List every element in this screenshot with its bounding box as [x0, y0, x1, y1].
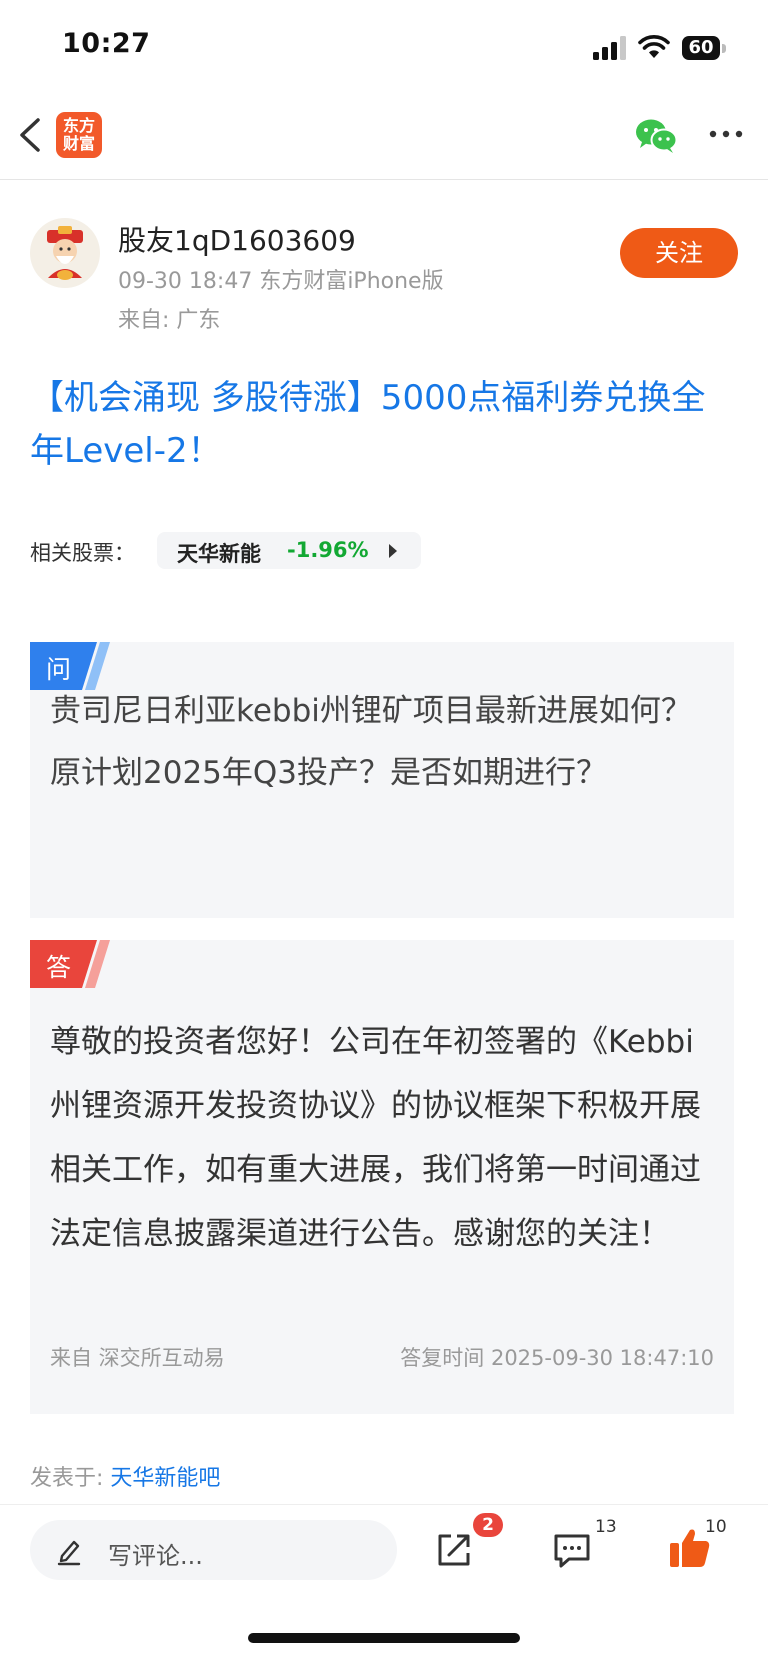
pen-icon	[57, 1540, 81, 1566]
answer-reply-time: 答复时间 2025-09-30 18:47:10	[400, 1346, 714, 1370]
comment-icon[interactable]	[553, 1533, 591, 1569]
share-icon[interactable]	[434, 1530, 474, 1570]
status-time: 10:27	[62, 28, 151, 59]
posted-in-label: 发表于:	[30, 1466, 111, 1491]
chevron-right-icon	[389, 544, 397, 558]
logo-text-bottom: 财富	[62, 134, 95, 153]
answer-card: 答 尊敬的投资者您好！公司在年初签署的《Kebbi州锂资源开发投资协议》的协议框…	[30, 940, 734, 1414]
answer-badge-bg-icon	[30, 940, 110, 988]
post-headline-link[interactable]: 【机会涌现 多股待涨】5000点福利券兑换全年Level-2！	[30, 372, 738, 478]
avatar[interactable]	[30, 218, 100, 288]
answer-badge: 答	[30, 940, 114, 988]
more-icon[interactable]	[708, 128, 744, 140]
share-badge: 2	[473, 1513, 503, 1537]
comment-input[interactable]: 写评论...	[30, 1520, 397, 1580]
like-count: 10	[705, 1517, 727, 1537]
cellular-signal-icon	[593, 36, 627, 60]
question-card: 问 贵司尼日利亚kebbi州锂矿项目最新进展如何？原计划2025年Q3投产？是否…	[30, 642, 734, 918]
comment-placeholder: 写评论...	[108, 1542, 203, 1570]
eastmoney-logo[interactable]: 东方 财富	[56, 112, 102, 158]
nav-divider	[0, 179, 768, 180]
answer-text: 尊敬的投资者您好！公司在年初签署的《Kebbi州锂资源开发投资协议》的协议框架下…	[50, 1024, 701, 1252]
wechat-share-icon[interactable]	[634, 118, 678, 154]
battery-icon: 60	[682, 36, 726, 62]
answer-source: 来自 深交所互动易	[50, 1346, 225, 1370]
stock-change: -1.96%	[287, 538, 369, 562]
stock-name: 天华新能	[177, 542, 261, 566]
related-stocks-label: 相关股票：	[30, 541, 135, 565]
question-text: 贵司尼日利亚kebbi州锂矿项目最新进展如何？原计划2025年Q3投产？是否如期…	[50, 693, 692, 791]
bottom-bar-divider	[0, 1504, 768, 1505]
post-meta: 09-30 18:47 东方财富iPhone版	[118, 269, 444, 294]
fortune-god-avatar-icon	[47, 226, 83, 280]
related-stock-chip[interactable]: 天华新能 -1.96%	[157, 532, 421, 569]
answer-badge-label: 答	[46, 953, 72, 982]
wifi-icon	[638, 35, 670, 58]
follow-button[interactable]: 关注	[620, 228, 738, 278]
back-icon[interactable]	[16, 112, 44, 158]
battery-level: 60	[688, 37, 714, 58]
posted-in: 发表于: 天华新能吧	[30, 1460, 220, 1492]
comment-count: 13	[595, 1517, 617, 1537]
forum-link[interactable]: 天华新能吧	[110, 1466, 220, 1491]
home-indicator	[248, 1633, 520, 1643]
logo-text-top: 东方	[62, 116, 95, 135]
username[interactable]: 股友1qD1603609	[118, 219, 356, 259]
post-location: 来自: 广东	[118, 308, 221, 333]
